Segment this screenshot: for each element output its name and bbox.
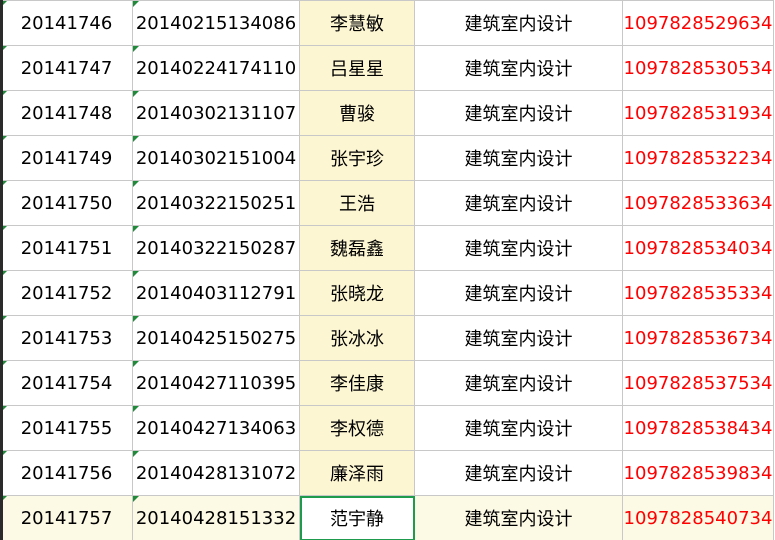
- cell-phone[interactable]: 1097828538434: [622, 405, 774, 451]
- cell-major[interactable]: 建筑室内设计: [414, 135, 623, 181]
- table-row: 20141752 20140403112791 张晓龙 建筑室内设计 10978…: [0, 270, 774, 316]
- error-indicator-icon: [133, 361, 139, 367]
- spreadsheet-grid: 20141746 20140215134086 李慧敏 建筑室内设计 10978…: [0, 0, 775, 540]
- cell-phone[interactable]: 1097828539834: [622, 450, 774, 496]
- error-indicator-icon: [133, 451, 139, 457]
- cell-major[interactable]: 建筑室内设计: [414, 360, 623, 406]
- cell-id[interactable]: 20140428151332: [132, 495, 300, 540]
- table-row: 20141753 20140425150275 张冰冰 建筑室内设计 10978…: [0, 315, 774, 361]
- cell-number[interactable]: 20141755: [0, 405, 133, 451]
- table-row: 20141756 20140428131072 廉泽雨 建筑室内设计 10978…: [0, 450, 774, 496]
- cell-number[interactable]: 20141749: [0, 135, 133, 181]
- cell-name[interactable]: 魏磊鑫: [299, 225, 415, 271]
- error-indicator-icon: [133, 316, 139, 322]
- error-indicator-icon: [133, 136, 139, 142]
- table-row: 20141755 20140427134063 李权德 建筑室内设计 10978…: [0, 405, 774, 451]
- cell-major[interactable]: 建筑室内设计: [414, 90, 623, 136]
- cell-id[interactable]: 20140428131072: [132, 450, 300, 496]
- table-row: 20141750 20140322150251 王浩 建筑室内设计 109782…: [0, 180, 774, 226]
- cell-number[interactable]: 20141754: [0, 360, 133, 406]
- cell-major[interactable]: 建筑室内设计: [414, 270, 623, 316]
- table-row: 20141748 20140302131107 曹骏 建筑室内设计 109782…: [0, 90, 774, 136]
- table-row: 20141749 20140302151004 张宇珍 建筑室内设计 10978…: [0, 135, 774, 181]
- error-indicator-icon: [133, 46, 139, 52]
- cell-major[interactable]: 建筑室内设计: [414, 180, 623, 226]
- error-indicator-icon: [133, 91, 139, 97]
- cell-phone[interactable]: 1097828540734: [622, 495, 774, 540]
- error-indicator-icon: [133, 1, 139, 7]
- error-indicator-icon: [133, 271, 139, 277]
- cell-major[interactable]: 建筑室内设计: [414, 495, 623, 540]
- cell-id[interactable]: 20140322150251: [132, 180, 300, 226]
- cell-id[interactable]: 20140425150275: [132, 315, 300, 361]
- table-row: 20141747 20140224174110 吕星星 建筑室内设计 10978…: [0, 45, 774, 91]
- cell-major[interactable]: 建筑室内设计: [414, 450, 623, 496]
- cell-id[interactable]: 20140403112791: [132, 270, 300, 316]
- cell-id[interactable]: 20140302151004: [132, 135, 300, 181]
- cell-number[interactable]: 20141750: [0, 180, 133, 226]
- cell-name[interactable]: 李慧敏: [299, 0, 415, 46]
- cell-phone[interactable]: 1097828537534: [622, 360, 774, 406]
- cell-number[interactable]: 20141747: [0, 45, 133, 91]
- error-indicator-icon: [133, 406, 139, 412]
- cell-major[interactable]: 建筑室内设计: [414, 405, 623, 451]
- cell-id[interactable]: 20140302131107: [132, 90, 300, 136]
- cell-number[interactable]: 20141748: [0, 90, 133, 136]
- cell-phone[interactable]: 1097828535334: [622, 270, 774, 316]
- error-indicator-icon: [133, 226, 139, 232]
- cell-number[interactable]: 20141756: [0, 450, 133, 496]
- cell-major[interactable]: 建筑室内设计: [414, 315, 623, 361]
- cell-id[interactable]: 20140215134086: [132, 0, 300, 46]
- cell-name[interactable]: 曹骏: [299, 90, 415, 136]
- cell-number[interactable]: 20141757: [0, 495, 133, 540]
- table-row: 20141751 20140322150287 魏磊鑫 建筑室内设计 10978…: [0, 225, 774, 271]
- active-cell-name[interactable]: 范宇静: [299, 495, 415, 540]
- cell-name[interactable]: 张晓龙: [299, 270, 415, 316]
- cell-name[interactable]: 张冰冰: [299, 315, 415, 361]
- table-row: 20141754 20140427110395 李佳康 建筑室内设计 10978…: [0, 360, 774, 406]
- cell-phone[interactable]: 1097828531934: [622, 90, 774, 136]
- error-indicator-icon: [133, 181, 139, 187]
- cell-number[interactable]: 20141746: [0, 0, 133, 46]
- cell-phone[interactable]: 1097828534034: [622, 225, 774, 271]
- cell-name[interactable]: 廉泽雨: [299, 450, 415, 496]
- cell-name[interactable]: 吕星星: [299, 45, 415, 91]
- cell-phone[interactable]: 1097828533634: [622, 180, 774, 226]
- error-indicator-icon: [133, 496, 139, 502]
- cell-number[interactable]: 20141752: [0, 270, 133, 316]
- cell-name[interactable]: 李佳康: [299, 360, 415, 406]
- cell-name[interactable]: 张宇珍: [299, 135, 415, 181]
- cell-phone[interactable]: 1097828529634: [622, 0, 774, 46]
- cell-number[interactable]: 20141753: [0, 315, 133, 361]
- cell-major[interactable]: 建筑室内设计: [414, 45, 623, 91]
- data-table: 20141746 20140215134086 李慧敏 建筑室内设计 10978…: [0, 0, 774, 540]
- cell-phone[interactable]: 1097828532234: [622, 135, 774, 181]
- cell-id[interactable]: 20140224174110: [132, 45, 300, 91]
- cell-phone[interactable]: 1097828536734: [622, 315, 774, 361]
- cell-name[interactable]: 李权德: [299, 405, 415, 451]
- cell-id[interactable]: 20140427134063: [132, 405, 300, 451]
- cell-phone[interactable]: 1097828530534: [622, 45, 774, 91]
- cell-major[interactable]: 建筑室内设计: [414, 225, 623, 271]
- cell-number[interactable]: 20141751: [0, 225, 133, 271]
- grid-left-border: [0, 0, 3, 540]
- cell-major[interactable]: 建筑室内设计: [414, 0, 623, 46]
- cell-id[interactable]: 20140427110395: [132, 360, 300, 406]
- table-row-selected: 20141757 20140428151332 范宇静 建筑室内设计 10978…: [0, 495, 774, 540]
- cell-id[interactable]: 20140322150287: [132, 225, 300, 271]
- table-row: 20141746 20140215134086 李慧敏 建筑室内设计 10978…: [0, 0, 774, 46]
- cell-name[interactable]: 王浩: [299, 180, 415, 226]
